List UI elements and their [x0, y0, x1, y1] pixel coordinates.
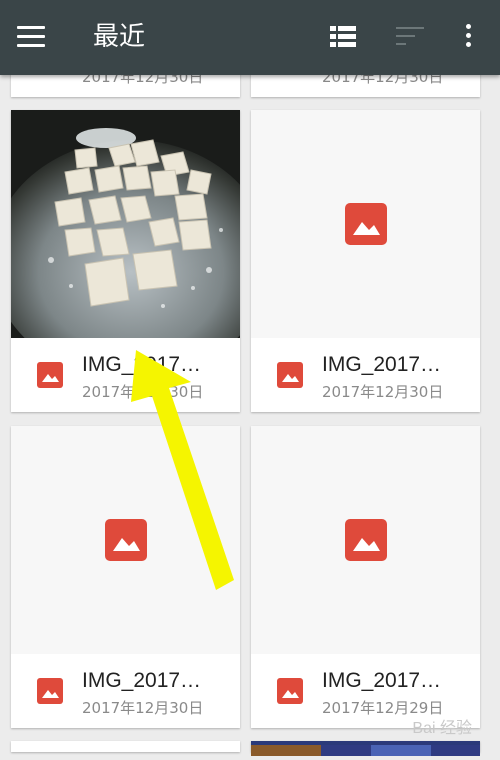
file-card-partial-bottom-right[interactable] — [251, 741, 480, 756]
thumbnail-area — [251, 110, 480, 338]
image-file-icon — [37, 678, 63, 704]
file-date: 2017年12月30日 — [82, 699, 204, 717]
file-date: 2017年12月30日 — [322, 383, 444, 401]
file-name: IMG_2017… — [82, 353, 202, 376]
file-card[interactable]: IMG_2017… 2017年12月30日 — [11, 110, 240, 412]
menu-icon[interactable] — [17, 26, 45, 48]
image-file-icon — [37, 362, 63, 388]
file-name: IMG_2017… — [82, 669, 202, 692]
list-view-icon[interactable] — [330, 26, 356, 48]
page-title: 最近 — [93, 22, 146, 52]
file-card[interactable]: IMG_2017… 2017年12月30日 — [251, 110, 480, 412]
file-name: IMG_2017… — [322, 353, 442, 376]
watermark: Bai 经验 — [412, 720, 472, 737]
file-card[interactable]: IMG_2017… 2017年12月29日 — [251, 426, 480, 728]
file-card-partial-bottom-left[interactable] — [11, 741, 240, 752]
image-file-icon — [277, 678, 303, 704]
image-placeholder-icon — [344, 203, 387, 245]
thumbnail-area — [251, 426, 480, 654]
file-card[interactable]: IMG_2017… 2017年12月30日 — [11, 426, 240, 728]
image-placeholder-icon — [104, 519, 147, 561]
photo-thumbnail-partial — [251, 745, 480, 756]
tofu-photo-thumbnail — [11, 110, 240, 338]
thumbnail-area — [11, 426, 240, 654]
file-date: 2017年12月30日 — [82, 383, 204, 401]
app-bar: 最近 — [0, 0, 500, 75]
sort-icon[interactable] — [396, 27, 424, 47]
image-file-icon — [277, 362, 303, 388]
more-vert-icon[interactable] — [465, 24, 473, 50]
image-placeholder-icon — [344, 519, 387, 561]
file-name: IMG_2017… — [322, 669, 442, 692]
